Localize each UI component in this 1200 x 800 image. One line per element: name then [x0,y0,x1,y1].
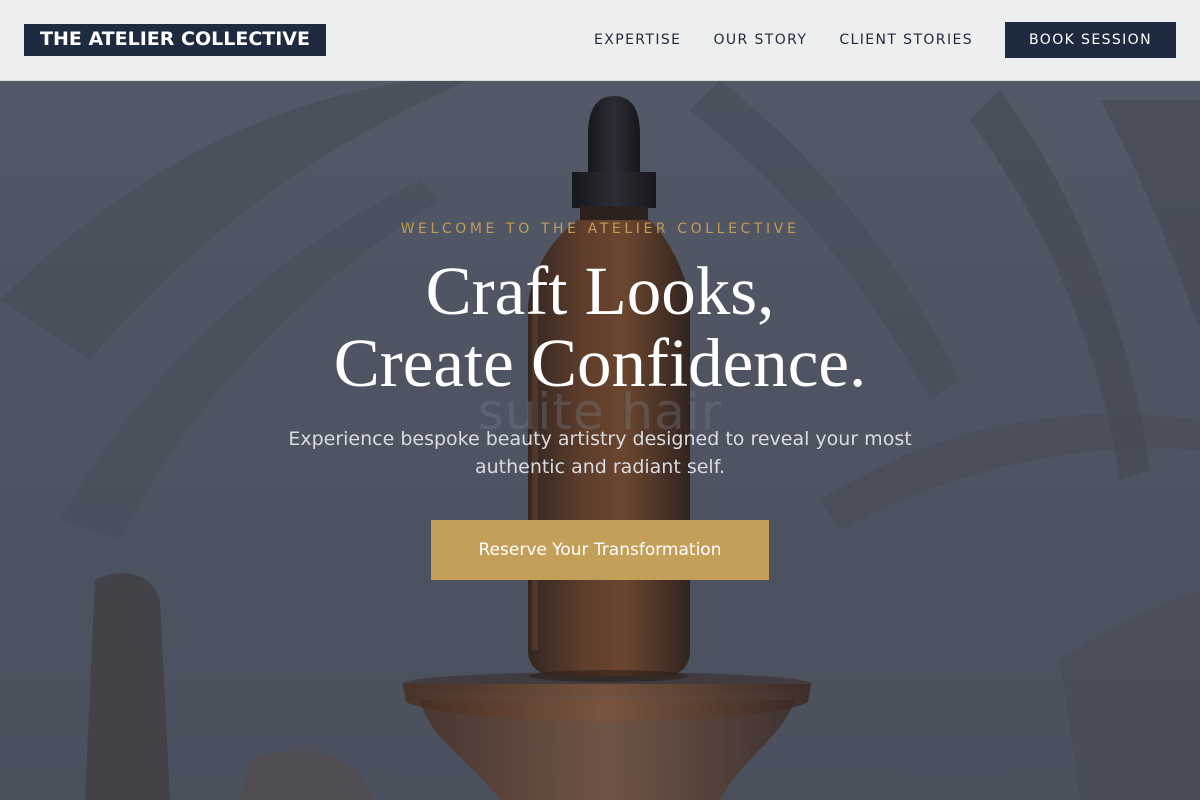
hero-eyebrow: WELCOME TO THE ATELIER COLLECTIVE [400,221,800,237]
hero-headline: Craft Looks, Create Confidence. [0,255,1200,399]
book-session-button[interactable]: BOOK SESSION [1005,22,1176,58]
nav-link-expertise[interactable]: EXPERTISE [594,32,681,48]
nav-link-our-story[interactable]: OUR STORY [713,32,807,48]
nav-link-client-stories[interactable]: CLIENT STORIES [839,32,973,48]
site-header: THE ATELIER COLLECTIVE EXPERTISE OUR STO… [0,0,1200,81]
hero-subtitle: Experience bespoke beauty artistry desig… [288,428,912,478]
main-nav: EXPERTISE OUR STORY CLIENT STORIES BOOK … [594,22,1176,58]
reserve-button[interactable]: Reserve Your Transformation [431,520,769,580]
headline-line-2: Create Confidence. [333,325,867,401]
headline-line-1: Craft Looks, [425,253,775,329]
hero-content: suite hair WELCOME TO THE ATELIER COLLEC… [0,0,1200,800]
logo[interactable]: THE ATELIER COLLECTIVE [24,24,326,56]
